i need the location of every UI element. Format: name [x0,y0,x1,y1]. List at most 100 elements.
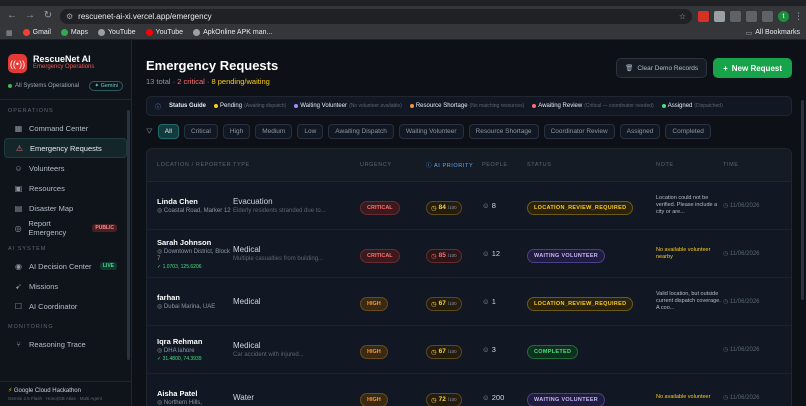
filter-completed[interactable]: Completed [665,124,711,139]
urgency-badge: CRITICAL [360,201,400,215]
request-type: Medical [233,297,261,306]
bookmark-star-icon[interactable]: ☆ [679,12,686,21]
extensions-puzzle-icon[interactable] [730,10,741,22]
col-people[interactable]: PEOPLE [482,162,527,168]
bookmark-maps[interactable]: Maps [60,29,88,36]
section-ai-system: AI SYSTEM [8,246,47,252]
bookmark-youtube-2[interactable]: YouTube [145,29,183,36]
sidebar-scrollbar[interactable] [127,110,130,360]
col-time[interactable]: TIME [723,162,773,168]
extension-red-icon[interactable] [698,10,709,22]
apps-grid-icon[interactable]: ▦ [6,29,13,37]
extension-doc-icon[interactable] [714,10,725,22]
system-status: All Systems Operational ✦ Gemini [0,79,131,100]
sidebar-item-ai-coordinator[interactable]: ☐ AI Coordinator [4,296,127,316]
plus-icon: + [723,63,728,73]
alert-triangle-icon: ⚠ [15,143,24,153]
new-request-button[interactable]: + New Request [713,58,792,78]
reporter-coordinates: ✓ 1.0703, 125.6206 [157,263,202,270]
request-type: Evacuation [233,197,273,206]
address-bar[interactable]: ⚙ rescuenet-ai-xi.vercel.app/emergency ☆ [60,8,692,24]
col-note[interactable]: NOTE [656,162,723,168]
people-count: ☺ 3 [482,345,496,354]
bot-icon: ☐ [14,301,23,311]
bookmark-gmail[interactable]: Gmail [22,29,51,36]
filter-bar: ⛛ All Critical High Medium Low Awaiting … [146,124,792,139]
people-icon: ☺ [482,393,490,402]
filter-medium[interactable]: Medium [255,124,293,139]
table-row[interactable]: farhan ◎ Dubai Marina, UAE Medical HIGH ◷… [147,278,791,326]
col-urgency[interactable]: URGENCY [360,162,426,168]
status-badge: WAITING VOLUNTEER [527,393,606,406]
all-bookmarks[interactable]: ▭ All Bookmarks [746,29,800,37]
filter-assigned[interactable]: Assigned [619,124,661,139]
menu-icon[interactable]: ⋮ [794,11,803,22]
filter-coordinator-review[interactable]: Coordinator Review [543,124,615,139]
sidebar-item-emergency-requests[interactable]: ⚠ Emergency Requests [4,138,127,158]
reporter-location: ◎ Coastal Road, Marker 12 [157,207,231,214]
sidebar-item-command-center[interactable]: ▦ Command Center [4,118,127,138]
col-status[interactable]: STATUS [527,162,656,168]
row-time: ◷ 11/06/2026 [723,203,760,209]
folder-icon: ▭ [745,29,753,37]
row-note: No available volunteer [656,394,711,400]
gemini-badge: ✦ Gemini [89,81,123,91]
bookmark-apkonline[interactable]: ApkOnline APK man... [193,29,272,36]
table-row[interactable]: Linda Chen ◎ Coastal Road, Marker 12 Evac… [147,182,791,230]
bookmark-youtube-1[interactable]: YouTube [98,29,136,36]
sidebar-item-report-emergency[interactable]: ◎ Report Emergency PUBLIC [4,218,127,238]
urgency-badge: HIGH [360,393,388,406]
table-row[interactable]: Iqra Rehman ◎ DHA lahore ✓ 31.4800, 74.393… [147,326,791,374]
sidebar-item-ai-decision-center[interactable]: ◉ AI Decision Center LIVE [4,256,127,276]
people-count: ☺ 12 [482,249,501,258]
sync-icon[interactable] [762,10,773,22]
history-icon[interactable] [746,10,757,22]
request-description: Car accident with injured... [233,352,304,358]
filter-resource-shortage[interactable]: Resource Shortage [468,124,539,139]
status-badge: LOCATION_REVIEW_REQUIRED [527,297,634,311]
filter-low[interactable]: Low [297,124,324,139]
col-type[interactable]: TYPE [233,162,360,168]
sidebar-item-reasoning-trace[interactable]: ⑂ Reasoning Trace [4,334,127,354]
reporter-location: ◎ Northern Hills, [157,399,202,406]
sidebar-item-disaster-map[interactable]: ▤ Disaster Map [4,198,127,218]
clock-icon: ◷ [431,396,437,404]
rocket-icon: ➹ [15,281,22,291]
reload-icon[interactable]: ↻ [42,10,54,22]
priority-badge: ◷ 67/100 [426,344,462,359]
clear-demo-records-button[interactable]: 🗑 Clear Demo Records [616,58,708,78]
users-icon: ☺ [14,163,23,173]
sidebar-item-missions[interactable]: ➹ Missions [4,276,127,296]
col-reporter[interactable]: LOCATION / REPORTER [147,162,233,168]
forward-icon[interactable]: → [24,10,36,22]
section-operations: OPERATIONS [8,108,54,114]
table-row[interactable]: Aisha Patel ◎ Northern Hills, Water HIGH … [147,374,791,406]
filter-all[interactable]: All [157,124,179,139]
sidebar-item-volunteers[interactable]: ☺ Volunteers [4,158,127,178]
request-description: Elderly residents stranded due to... [233,208,326,214]
clock-icon: ◷ [431,348,437,356]
brand: ((•)) RescueNet AI Emergency Operations [0,40,131,79]
status-dot-icon [8,84,12,88]
guide-dot-shortage [409,104,414,108]
filter-waiting-volunteer[interactable]: Waiting Volunteer [398,124,464,139]
avatar[interactable]: t [778,10,789,22]
priority-badge: ◷ 85/100 [426,248,462,263]
filter-awaiting-dispatch[interactable]: Awaiting Dispatch [328,124,394,139]
priority-badge: ◷ 67/100 [426,296,462,311]
info-icon: ⓘ [155,104,162,111]
table-row[interactable]: Sarah Johnson ◎ Downtown District, Block … [147,230,791,278]
request-description: Multiple casualties from building... [233,256,324,262]
extensions-area: t ⋮ [698,10,803,22]
back-icon[interactable]: ← [6,10,18,22]
main-scrollbar[interactable] [801,100,804,300]
filter-high[interactable]: High [222,124,251,139]
people-icon: ☺ [482,345,490,354]
main-content: Emergency Requests 13 total · 2 critical… [132,40,806,406]
filter-critical[interactable]: Critical [183,124,218,139]
sidebar-item-resources[interactable]: ▣ Resources [4,178,127,198]
priority-badge: ◷ 84/100 [426,200,462,215]
site-info-icon[interactable]: ⚙ [66,12,73,21]
col-priority[interactable]: ⓘ AI PRIORITY [426,161,482,169]
guide-dot-review [532,104,537,108]
